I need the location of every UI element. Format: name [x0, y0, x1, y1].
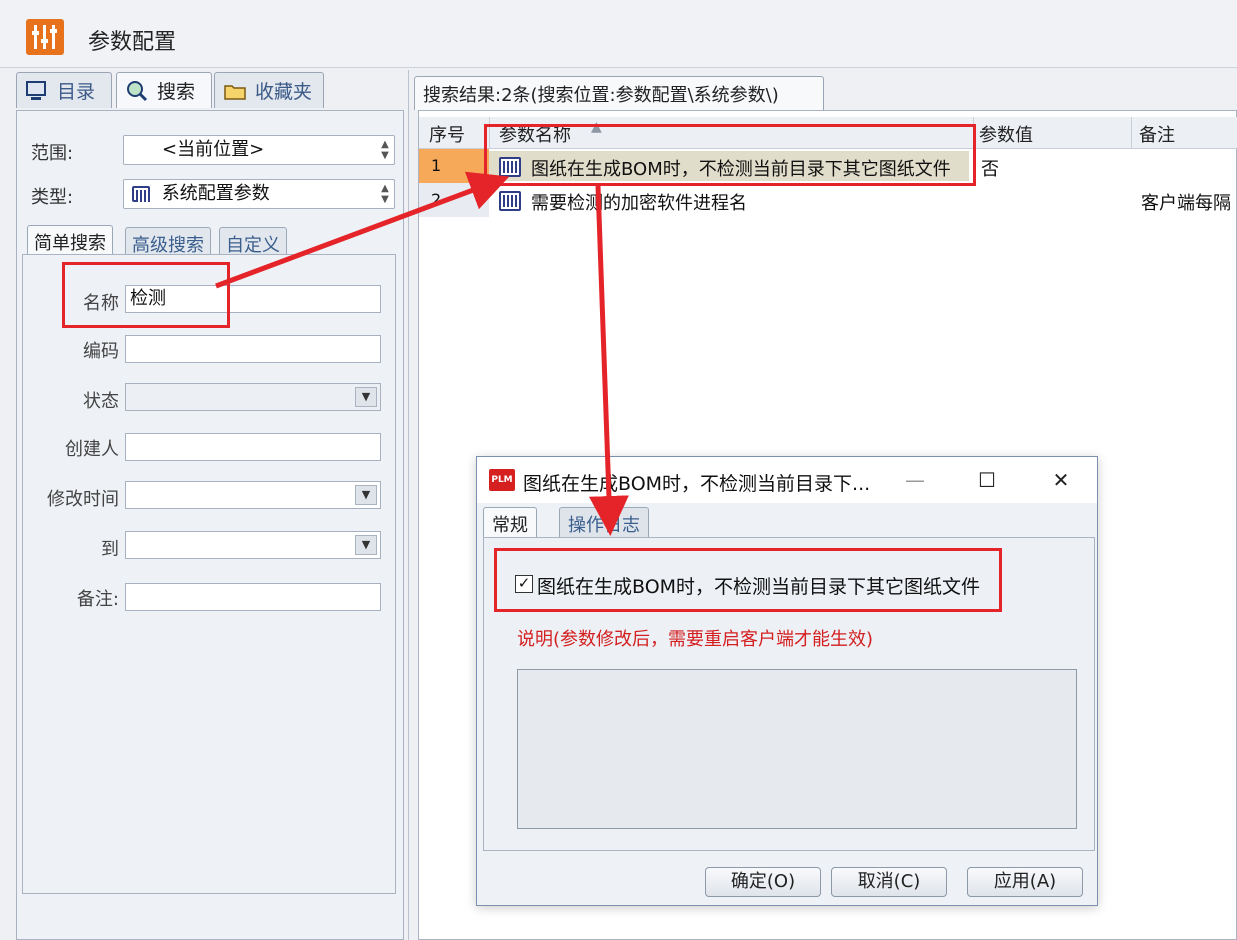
column-header-remark[interactable]: 备注: [1139, 121, 1175, 147]
tab-favorites-label: 收藏夹: [255, 81, 313, 103]
plm-logo-icon: PLM: [489, 469, 515, 491]
annotation-box-name: [62, 262, 230, 328]
dialog-titlebar[interactable]: PLM 图纸在生成BOM时，不检测当前目录下... — ☐ ✕: [477, 457, 1097, 503]
apply-button[interactable]: 应用(A): [967, 867, 1083, 897]
app-header: 参数配置: [0, 0, 1237, 68]
tab-search-results[interactable]: 搜索结果:2条(搜索位置:参数配置\系统参数\): [414, 76, 824, 110]
minimize-button[interactable]: —: [897, 465, 933, 495]
tab-directory-label: 目录: [57, 81, 96, 103]
left-panel: 目录 搜索 收藏夹 范围: <当前位置> ▲ ▼ 类型: 系统配置参数 ▲ ▼ 简单…: [12, 70, 409, 940]
param-icon: [499, 191, 521, 211]
modified-time-label: 修改时间: [47, 489, 119, 510]
description-textarea[interactable]: [517, 669, 1077, 829]
annotation-box-checkbox: [494, 548, 1002, 612]
dropdown-arrow-icon[interactable]: ▼: [355, 485, 377, 505]
code-label: 编码: [83, 341, 119, 362]
dropdown-arrow-icon[interactable]: ▼: [355, 387, 377, 407]
creator-label: 创建人: [65, 439, 119, 460]
monitor-icon: [25, 80, 49, 102]
ok-button[interactable]: 确定(O): [705, 867, 821, 897]
page-title: 参数配置: [88, 30, 177, 55]
param-icon: [132, 186, 150, 202]
column-header-index[interactable]: 序号: [429, 121, 465, 147]
type-label: 类型:: [31, 187, 74, 208]
row-param-value: 否: [981, 159, 999, 180]
spin-arrows-icon[interactable]: ▲ ▼: [378, 139, 392, 161]
tab-search-label: 搜索: [157, 81, 196, 103]
tab-custom[interactable]: 自定义: [219, 227, 287, 257]
cancel-button[interactable]: 取消(C): [831, 867, 947, 897]
scope-value: <当前位置>: [162, 139, 265, 160]
code-input[interactable]: [125, 335, 381, 363]
dropdown-arrow-icon[interactable]: ▼: [355, 535, 377, 555]
type-value: 系统配置参数: [161, 183, 270, 204]
tab-favorites[interactable]: 收藏夹: [214, 72, 324, 108]
tab-operation-log[interactable]: 操作日志: [559, 507, 649, 537]
remark-input[interactable]: [125, 583, 381, 611]
sliders-icon: [26, 19, 64, 55]
restart-note: 说明(参数修改后，需要重启客户端才能生效): [517, 629, 874, 650]
modified-time-to[interactable]: ▼: [125, 531, 381, 559]
maximize-button[interactable]: ☐: [969, 465, 1005, 495]
row-param-name: 需要检测的加密软件进程名: [531, 193, 747, 214]
tab-simple-search[interactable]: 简单搜索: [27, 225, 113, 257]
status-label: 状态: [83, 391, 119, 412]
tab-general[interactable]: 常规: [483, 507, 537, 539]
folder-star-icon: [223, 80, 247, 102]
scope-select[interactable]: <当前位置> ▲ ▼: [123, 135, 395, 165]
modified-time-from[interactable]: ▼: [125, 481, 381, 509]
tab-search[interactable]: 搜索: [116, 72, 212, 108]
close-button[interactable]: ✕: [1043, 465, 1079, 495]
param-dialog: PLM 图纸在生成BOM时，不检测当前目录下... — ☐ ✕ 常规 操作日志 …: [476, 456, 1098, 906]
row-index: 2: [419, 183, 489, 217]
tab-advanced-search[interactable]: 高级搜索: [125, 227, 211, 257]
to-label: 到: [101, 539, 119, 560]
status-select[interactable]: ▼: [125, 383, 381, 411]
remark-label: 备注:: [76, 589, 119, 610]
creator-input[interactable]: [125, 433, 381, 461]
dialog-title: 图纸在生成BOM时，不检测当前目录下...: [523, 473, 871, 495]
type-select[interactable]: 系统配置参数 ▲ ▼: [123, 179, 395, 209]
table-row[interactable]: 2 需要检测的加密软件进程名 客户端每隔: [419, 183, 1237, 217]
scope-label: 范围:: [31, 143, 74, 164]
row-remark: 客户端每隔: [1141, 193, 1231, 214]
tab-directory[interactable]: 目录: [16, 72, 112, 108]
column-header-value[interactable]: 参数值: [979, 121, 1033, 147]
row-index: 1: [419, 149, 489, 183]
search-icon: [125, 80, 149, 102]
spin-arrows-icon[interactable]: ▲ ▼: [378, 183, 392, 205]
simple-search-form: 名称 检测 编码 状态 ▼ 创建人 修改时间 ▼ 到 ▼ 备注:: [22, 254, 396, 894]
annotation-box-row: [484, 124, 976, 186]
